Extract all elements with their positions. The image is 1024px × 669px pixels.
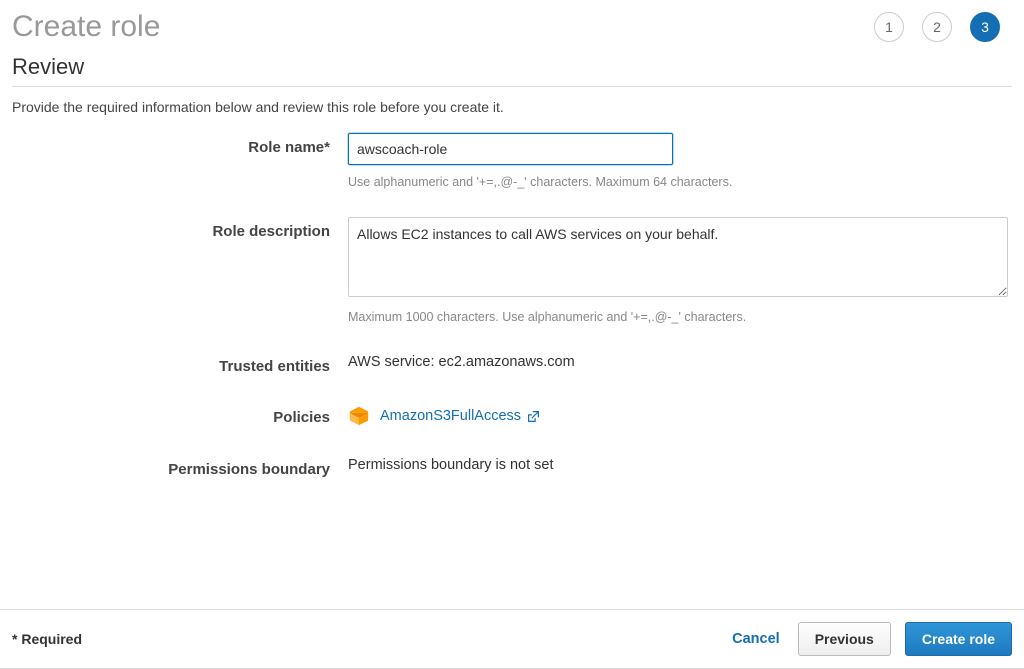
permissions-boundary-row: Permissions boundary Permissions boundar… bbox=[12, 455, 1012, 478]
role-name-input[interactable] bbox=[348, 133, 673, 165]
permissions-boundary-label: Permissions boundary bbox=[12, 455, 330, 478]
form: Role name* Use alphanumeric and '+=,.@-_… bbox=[0, 123, 1024, 516]
intro-text: Provide the required information below a… bbox=[0, 87, 1024, 123]
wizard-steps: 1 2 3 bbox=[874, 12, 1012, 42]
policy-box-icon bbox=[348, 405, 370, 427]
step-1[interactable]: 1 bbox=[874, 12, 904, 42]
trusted-entities-row: Trusted entities AWS service: ec2.amazon… bbox=[12, 352, 1012, 375]
section-title: Review bbox=[0, 48, 1024, 86]
external-link-icon bbox=[527, 410, 540, 423]
permissions-boundary-value: Permissions boundary is not set bbox=[348, 455, 1008, 473]
trusted-entities-value: AWS service: ec2.amazonaws.com bbox=[348, 352, 1008, 370]
create-role-button[interactable]: Create role bbox=[905, 622, 1012, 656]
role-description-input[interactable] bbox=[348, 217, 1008, 297]
role-description-label: Role description bbox=[12, 217, 330, 240]
step-3[interactable]: 3 bbox=[970, 12, 1000, 42]
step-2[interactable]: 2 bbox=[922, 12, 952, 42]
trusted-entities-label: Trusted entities bbox=[12, 352, 330, 375]
policies-label: Policies bbox=[12, 403, 330, 426]
policies-row: Policies AmazonS3FullAccess bbox=[12, 403, 1012, 427]
policy-name: AmazonS3FullAccess bbox=[380, 408, 521, 424]
role-description-hint: Maximum 1000 characters. Use alphanumeri… bbox=[348, 310, 1008, 324]
role-name-hint: Use alphanumeric and '+=,.@-_' character… bbox=[348, 175, 1008, 189]
footer-actions: Cancel Previous Create role bbox=[728, 622, 1012, 656]
role-name-row: Role name* Use alphanumeric and '+=,.@-_… bbox=[12, 133, 1012, 189]
page-title: Create role bbox=[12, 10, 160, 44]
role-name-label: Role name* bbox=[12, 133, 330, 156]
policy-link[interactable]: AmazonS3FullAccess bbox=[380, 408, 540, 424]
cancel-button[interactable]: Cancel bbox=[728, 625, 784, 653]
role-description-row: Role description Maximum 1000 characters… bbox=[12, 217, 1012, 324]
previous-button[interactable]: Previous bbox=[798, 622, 891, 656]
required-note: * Required bbox=[12, 631, 82, 647]
header: Create role 1 2 3 bbox=[0, 0, 1024, 48]
footer: * Required Cancel Previous Create role bbox=[0, 609, 1024, 669]
